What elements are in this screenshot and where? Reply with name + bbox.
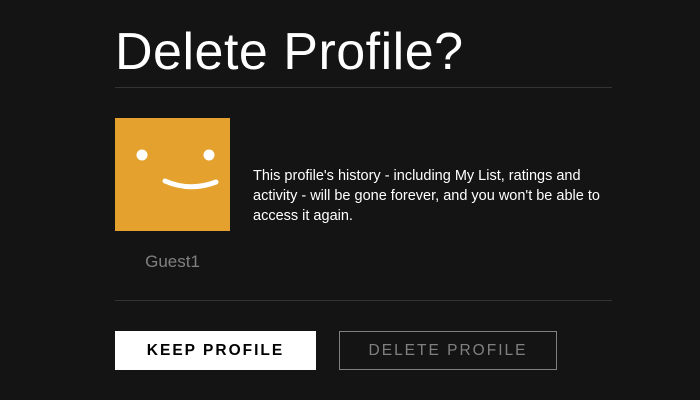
profile-name: Guest1	[145, 252, 200, 271]
delete-profile-dialog: Delete Profile? Guest1 This profile's hi…	[115, 0, 612, 400]
delete-profile-button[interactable]: DELETE PROFILE	[339, 331, 557, 370]
keep-profile-button[interactable]: KEEP PROFILE	[115, 331, 316, 370]
page-title: Delete Profile?	[115, 23, 464, 81]
warning-message: This profile's history - including My Li…	[253, 168, 600, 224]
smiley-face-icon	[136, 149, 219, 190]
profile-avatar	[115, 118, 230, 231]
top-divider	[115, 87, 612, 88]
bottom-divider	[115, 300, 612, 301]
